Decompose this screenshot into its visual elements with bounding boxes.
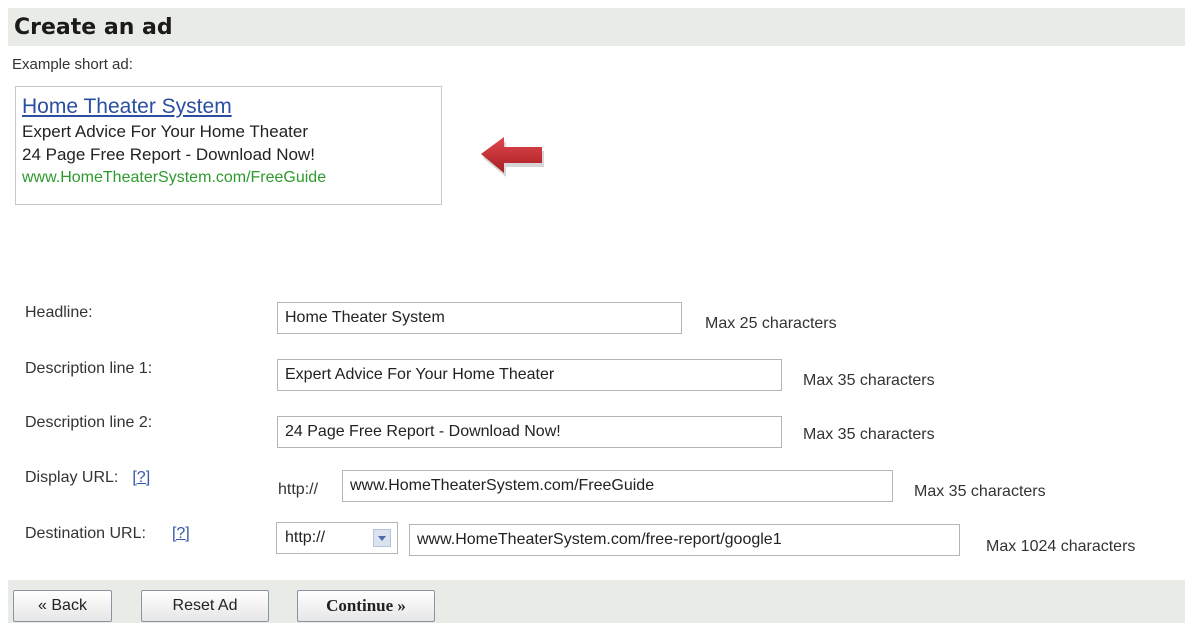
description-line-1-input[interactable]: Expert Advice For Your Home Theater <box>277 359 782 391</box>
create-ad-page: Create an ad Example short ad: Home Thea… <box>0 0 1193 623</box>
display-url-input[interactable]: www.HomeTheaterSystem.com/FreeGuide <box>342 470 893 502</box>
description-line-1-label: Description line 1: <box>25 360 153 377</box>
page-title: Create an ad <box>14 14 173 40</box>
title-bar: Create an ad <box>8 8 1185 46</box>
display-url-row: Display URL: [?] <box>25 469 150 487</box>
display-url-label: Display URL: <box>25 469 119 486</box>
destination-url-row: Destination URL: [?] <box>25 525 190 543</box>
example-ad-url: www.HomeTheaterSystem.com/FreeGuide <box>22 169 327 186</box>
example-ad-label: Example short ad: <box>12 56 133 73</box>
example-ad-preview: Home Theater System Expert Advice For Yo… <box>15 86 442 205</box>
destination-url-label: Destination URL: <box>25 525 146 542</box>
protocol-select[interactable]: http:// <box>276 522 398 554</box>
destination-url-max-hint: Max 1024 characters <box>986 538 1136 555</box>
example-ad-headline[interactable]: Home Theater System <box>22 94 441 120</box>
continue-button[interactable]: Continue » <box>297 590 435 622</box>
description-line-2-input[interactable]: 24 Page Free Report - Download Now! <box>277 416 782 448</box>
button-bar: « Back Reset Ad Continue » <box>8 580 1185 623</box>
display-url-max-hint: Max 35 characters <box>914 483 1046 500</box>
headline-input[interactable]: Home Theater System <box>277 302 682 334</box>
headline-max-hint: Max 25 characters <box>705 315 837 332</box>
display-url-prefix: http:// <box>278 481 319 498</box>
protocol-select-value: http:// <box>285 529 326 546</box>
reset-ad-button[interactable]: Reset Ad <box>141 590 269 622</box>
chevron-down-icon[interactable] <box>373 529 391 547</box>
destination-url-input[interactable]: www.HomeTheaterSystem.com/free-report/go… <box>409 524 960 556</box>
description-line-2-max-hint: Max 35 characters <box>803 426 935 443</box>
back-button[interactable]: « Back <box>13 590 112 622</box>
example-ad-line-2: 24 Page Free Report - Download Now! <box>22 145 315 164</box>
destination-url-help-link[interactable]: [?] <box>172 525 190 542</box>
description-line-1-max-hint: Max 35 characters <box>803 372 935 389</box>
headline-label: Headline: <box>25 304 93 321</box>
left-arrow-icon <box>481 137 544 177</box>
display-url-help-link[interactable]: [?] <box>132 469 150 486</box>
example-ad-line-1: Expert Advice For Your Home Theater <box>22 122 309 141</box>
description-line-2-label: Description line 2: <box>25 414 153 431</box>
